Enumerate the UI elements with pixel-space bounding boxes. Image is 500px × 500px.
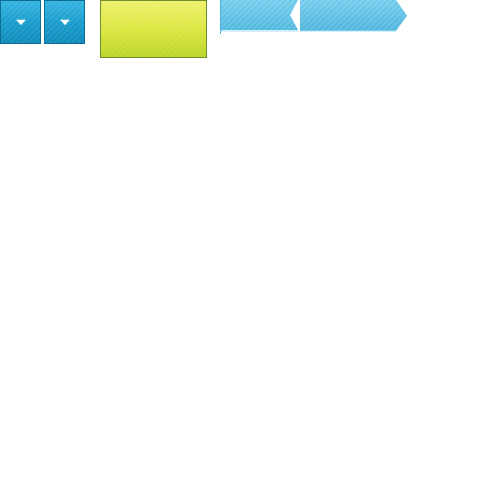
dropdown-button-2[interactable] — [44, 0, 85, 44]
caret-down-icon — [15, 19, 26, 26]
caret-down-icon — [59, 19, 70, 26]
arrow-tag-right — [300, 0, 407, 32]
dropdown-button-1[interactable] — [0, 0, 41, 44]
sprite-canvas — [0, 0, 500, 500]
notched-ribbon-left — [220, 0, 298, 34]
yellow-green-swatch — [100, 0, 207, 58]
